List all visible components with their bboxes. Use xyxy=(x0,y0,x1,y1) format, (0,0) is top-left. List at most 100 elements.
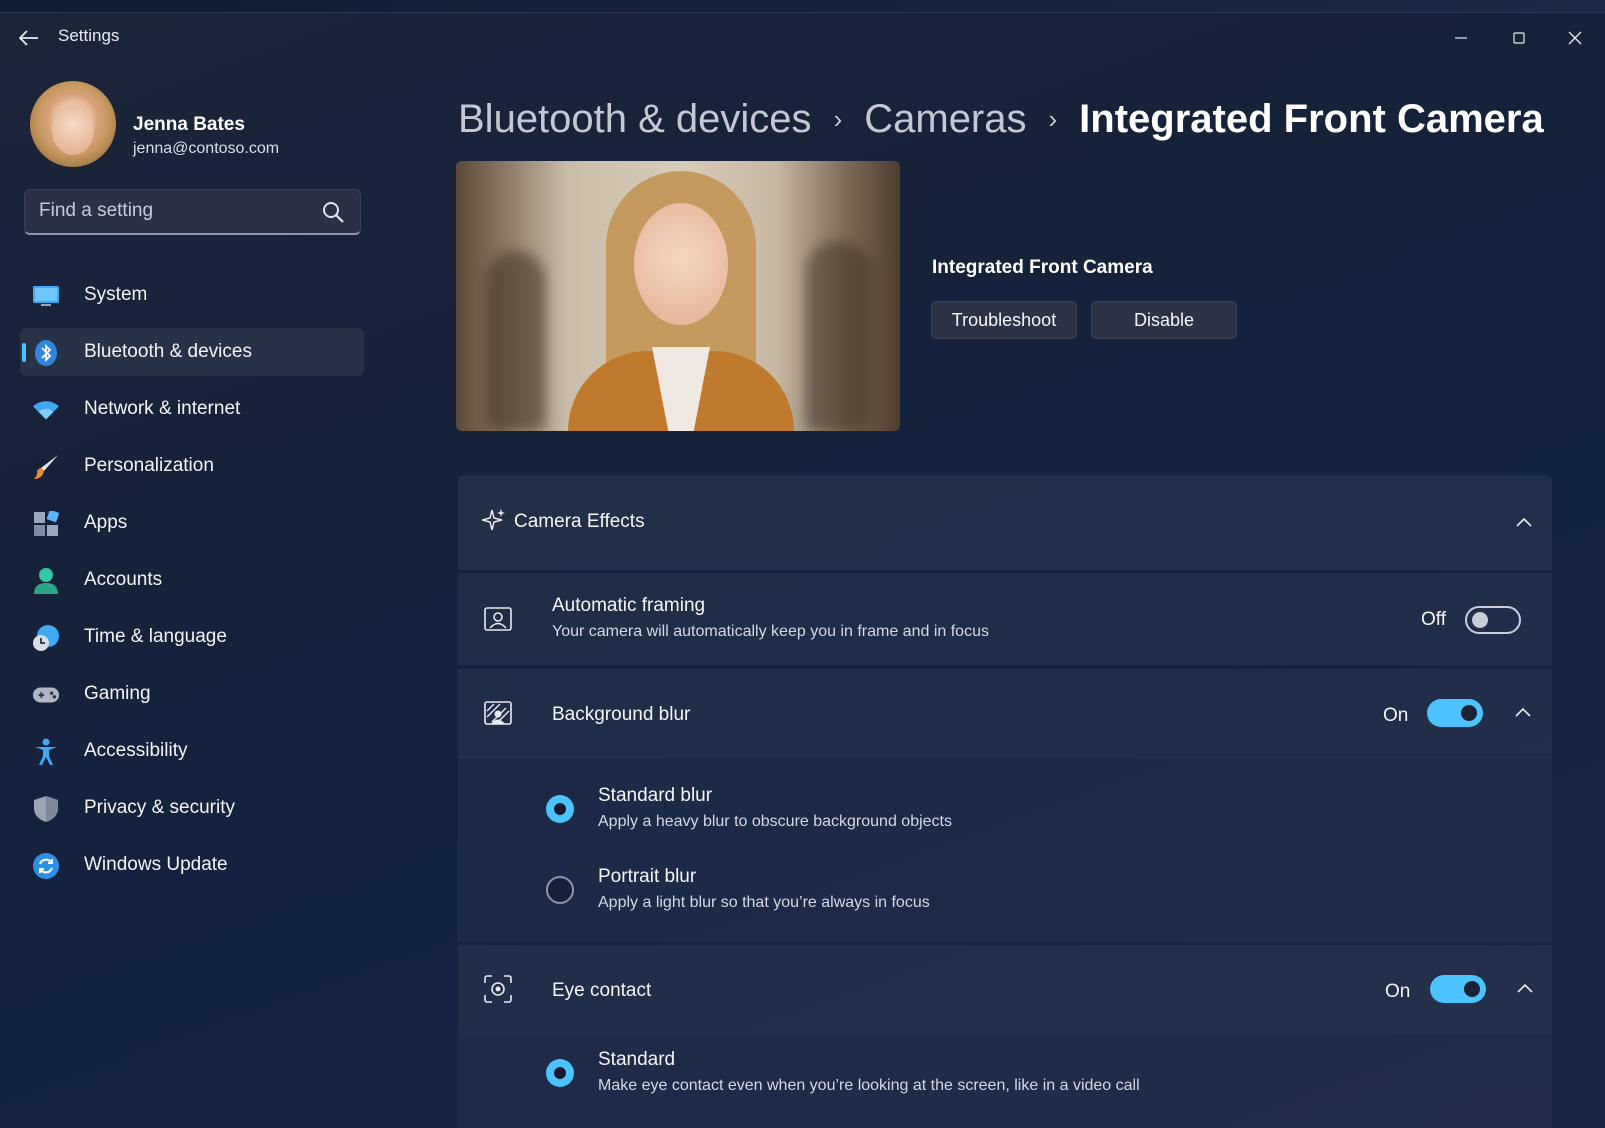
portrait-blur-description: Apply a light blur so that you’re always… xyxy=(598,894,930,911)
globe-clock-icon xyxy=(32,624,60,652)
arrow-left-icon xyxy=(19,30,38,46)
eye-contact-standard-description: Make eye contact even when you’re lookin… xyxy=(598,1077,1140,1094)
sidebar-item-label: Bluetooth & devices xyxy=(84,341,252,362)
title-bar: Settings xyxy=(0,13,1605,59)
standard-blur-title: Standard blur xyxy=(598,785,713,806)
person-icon xyxy=(32,567,60,595)
preview-person-face xyxy=(634,203,728,325)
sidebar-item-time-language[interactable]: Time & language xyxy=(20,613,364,661)
chevron-up-icon[interactable] xyxy=(1512,701,1534,723)
automatic-framing-row: Automatic framing Your camera will autom… xyxy=(458,573,1552,665)
portrait-blur-radio[interactable] xyxy=(546,876,574,904)
device-name: Integrated Front Camera xyxy=(932,257,1153,278)
user-email: jenna@contoso.com xyxy=(133,140,280,157)
sidebar-item-label: Gaming xyxy=(84,683,151,704)
sidebar-item-label: System xyxy=(84,284,148,305)
apps-icon xyxy=(32,510,60,538)
minimize-icon xyxy=(1455,37,1467,39)
user-name: Jenna Bates xyxy=(133,114,245,135)
sidebar-item-gaming[interactable]: Gaming xyxy=(20,670,364,718)
avatar[interactable] xyxy=(30,81,116,167)
search-box xyxy=(24,189,361,235)
search-input[interactable] xyxy=(39,190,319,232)
background-blur-state: On xyxy=(1383,705,1409,726)
sidebar-item-personalization[interactable]: Personalization xyxy=(20,442,364,490)
toggle-knob xyxy=(1464,981,1480,997)
background-blur-options: Standard blur Apply a heavy blur to obsc… xyxy=(458,759,1552,942)
eye-contact-row: Eye contact On xyxy=(458,945,1552,1035)
breadcrumb: Bluetooth & devices › Cameras › Integrat… xyxy=(458,89,1544,149)
disable-button[interactable]: Disable xyxy=(1091,301,1237,339)
search-icon[interactable] xyxy=(321,200,345,224)
preview-background-figure xyxy=(806,241,870,431)
sparkle-effects-icon xyxy=(478,505,510,537)
eye-contact-standard-radio[interactable] xyxy=(546,1059,574,1087)
sidebar-item-accounts[interactable]: Accounts xyxy=(20,556,364,604)
automatic-framing-description: Your camera will automatically keep you … xyxy=(552,623,989,640)
app-title: Settings xyxy=(58,26,120,45)
eye-contact-toggle[interactable] xyxy=(1430,975,1486,1003)
background-blur-title: Background blur xyxy=(552,704,691,725)
eye-contact-title: Eye contact xyxy=(552,980,652,1001)
background-blur-toggle[interactable] xyxy=(1427,699,1483,727)
brush-icon xyxy=(32,453,60,481)
back-button[interactable] xyxy=(14,25,44,51)
shield-icon xyxy=(32,795,60,823)
gamepad-icon xyxy=(32,681,60,709)
standard-blur-radio[interactable] xyxy=(546,795,574,823)
minimize-button[interactable] xyxy=(1438,23,1484,53)
sidebar-item-label: Apps xyxy=(84,512,128,533)
automatic-framing-state: Off xyxy=(1421,609,1446,630)
camera-effects-title: Camera Effects xyxy=(514,511,645,532)
sidebar-item-label: Accessibility xyxy=(84,740,188,761)
sidebar-item-privacy[interactable]: Privacy & security xyxy=(20,784,364,832)
update-icon xyxy=(32,852,60,880)
sidebar-nav: System Bluetooth & devices Network & int… xyxy=(20,271,364,898)
chevron-right-icon: › xyxy=(833,103,843,134)
background-blur-row: Background blur On xyxy=(458,669,1552,759)
settings-window: Settings Jenna Bates jenna@contoso.com S… xyxy=(0,12,1605,1128)
sidebar-item-bluetooth[interactable]: Bluetooth & devices xyxy=(20,328,364,376)
sidebar-item-label: Accounts xyxy=(84,569,163,590)
sidebar-item-label: Windows Update xyxy=(84,854,228,875)
sidebar-item-network[interactable]: Network & internet xyxy=(20,385,364,433)
chevron-up-icon[interactable] xyxy=(1513,511,1535,533)
automatic-framing-toggle[interactable] xyxy=(1465,606,1521,634)
desktop-top-edge xyxy=(0,0,1605,12)
sidebar-item-accessibility[interactable]: Accessibility xyxy=(20,727,364,775)
monitor-icon xyxy=(32,282,60,310)
sidebar-item-label: Network & internet xyxy=(84,398,241,419)
close-icon xyxy=(1568,31,1582,45)
sidebar-item-apps[interactable]: Apps xyxy=(20,499,364,547)
eye-contact-standard-title: Standard xyxy=(598,1049,676,1070)
chevron-up-icon[interactable] xyxy=(1514,977,1536,999)
page-title: Integrated Front Camera xyxy=(1079,96,1544,141)
standard-blur-description: Apply a heavy blur to obscure background… xyxy=(598,813,952,830)
automatic-framing-title: Automatic framing xyxy=(552,595,706,616)
troubleshoot-button[interactable]: Troubleshoot xyxy=(931,301,1077,339)
preview-background-figure xyxy=(486,251,546,431)
sidebar-item-label: Time & language xyxy=(84,626,227,647)
chevron-right-icon: › xyxy=(1048,103,1058,134)
wifi-icon xyxy=(32,396,60,424)
camera-effects-header[interactable]: Camera Effects xyxy=(458,475,1552,570)
eye-contact-icon xyxy=(482,973,514,1005)
maximize-icon xyxy=(1513,32,1525,44)
camera-preview xyxy=(456,161,900,431)
breadcrumb-bluetooth-devices[interactable]: Bluetooth & devices xyxy=(458,97,812,142)
bluetooth-icon xyxy=(32,339,60,367)
close-button[interactable] xyxy=(1552,23,1598,53)
portrait-blur-title: Portrait blur xyxy=(598,866,697,887)
breadcrumb-cameras[interactable]: Cameras xyxy=(864,97,1026,142)
sidebar-item-windows-update[interactable]: Windows Update xyxy=(20,841,364,889)
sidebar-item-label: Privacy & security xyxy=(84,797,235,818)
maximize-button[interactable] xyxy=(1496,23,1542,53)
eye-contact-state: On xyxy=(1385,981,1411,1002)
sidebar-item-label: Personalization xyxy=(84,455,214,476)
sidebar-item-system[interactable]: System xyxy=(20,271,364,319)
eye-contact-options: Standard Make eye contact even when you’… xyxy=(458,1035,1552,1128)
toggle-knob xyxy=(1461,705,1477,721)
person-frame-icon xyxy=(482,603,514,635)
toggle-knob xyxy=(1472,612,1488,628)
background-blur-icon xyxy=(482,697,514,729)
